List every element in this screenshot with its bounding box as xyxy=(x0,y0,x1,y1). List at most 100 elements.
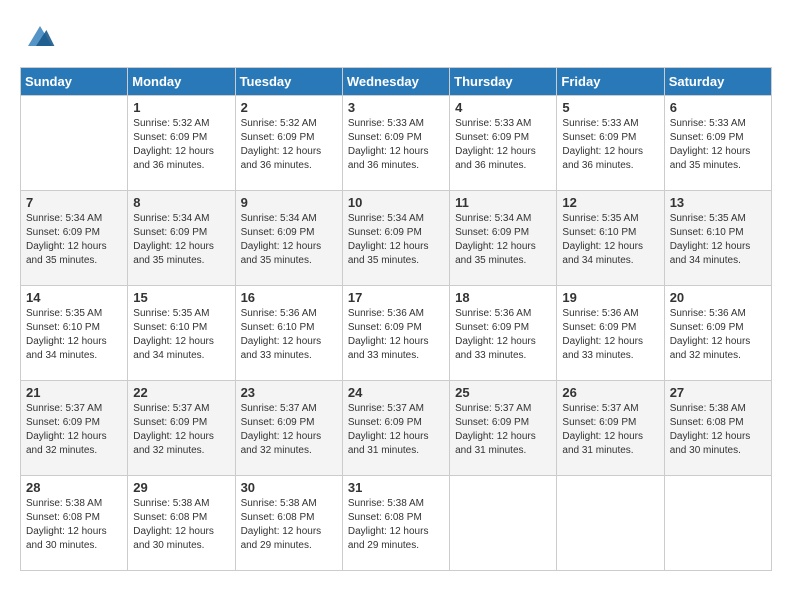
day-info: Sunrise: 5:36 AMSunset: 6:09 PMDaylight:… xyxy=(348,307,444,363)
day-number: 6 xyxy=(670,100,766,115)
day-number: 17 xyxy=(348,290,444,305)
day-number: 11 xyxy=(455,195,551,210)
calendar-cell: 30 Sunrise: 5:38 AMSunset: 6:08 PMDayligh… xyxy=(235,476,342,571)
column-header-monday: Monday xyxy=(128,68,235,96)
day-number: 19 xyxy=(562,290,658,305)
day-info: Sunrise: 5:38 AMSunset: 6:08 PMDaylight:… xyxy=(241,497,337,553)
calendar-cell: 15 Sunrise: 5:35 AMSunset: 6:10 PMDayligh… xyxy=(128,286,235,381)
calendar-cell xyxy=(664,476,771,571)
calendar-cell: 29Sunrise: 5:38 AMSunset: 6:08 PMDayligh… xyxy=(128,476,235,571)
day-number: 22 xyxy=(133,385,229,400)
column-header-thursday: Thursday xyxy=(450,68,557,96)
calendar-cell: 1 Sunrise: 5:32 AMSunset: 6:09 PMDaylight… xyxy=(128,96,235,191)
day-number: 15 xyxy=(133,290,229,305)
calendar-cell: 7 Sunrise: 5:34 AMSunset: 6:09 PMDaylight… xyxy=(21,191,128,286)
day-number: 2 xyxy=(241,100,337,115)
day-info: Sunrise: 5:37 AMSunset: 6:09 PMDaylight:… xyxy=(562,402,658,458)
page-header xyxy=(20,20,772,57)
calendar-cell: 24 Sunrise: 5:37 AMSunset: 6:09 PMDayligh… xyxy=(342,381,449,476)
calendar-cell: 13 Sunrise: 5:35 AMSunset: 6:10 PMDayligh… xyxy=(664,191,771,286)
day-info: Sunrise: 5:33 AMSunset: 6:09 PMDaylight:… xyxy=(455,117,551,173)
day-number: 26 xyxy=(562,385,658,400)
column-header-tuesday: Tuesday xyxy=(235,68,342,96)
day-info: Sunrise: 5:33 AMSunset: 6:09 PMDaylight:… xyxy=(670,117,766,173)
day-number: 14 xyxy=(26,290,122,305)
calendar-week-row: 14 Sunrise: 5:35 AMSunset: 6:10 PMDayligh… xyxy=(21,286,772,381)
day-info: Sunrise: 5:33 AMSunset: 6:09 PMDaylight:… xyxy=(562,117,658,173)
calendar-cell: 23 Sunrise: 5:37 AMSunset: 6:09 PMDayligh… xyxy=(235,381,342,476)
calendar-cell: 20 Sunrise: 5:36 AMSunset: 6:09 PMDayligh… xyxy=(664,286,771,381)
day-number: 25 xyxy=(455,385,551,400)
day-number: 30 xyxy=(241,480,337,495)
day-info: Sunrise: 5:36 AMSunset: 6:09 PMDaylight:… xyxy=(455,307,551,363)
calendar-cell: 22 Sunrise: 5:37 AMSunset: 6:09 PMDayligh… xyxy=(128,381,235,476)
calendar-cell: 31Sunrise: 5:38 AMSunset: 6:08 PMDayligh… xyxy=(342,476,449,571)
day-info: Sunrise: 5:34 AMSunset: 6:09 PMDaylight:… xyxy=(133,212,229,268)
calendar-cell: 28 Sunrise: 5:38 AMSunset: 6:08 PMDayligh… xyxy=(21,476,128,571)
day-number: 29 xyxy=(133,480,229,495)
calendar-cell: 19Sunrise: 5:36 AMSunset: 6:09 PMDayligh… xyxy=(557,286,664,381)
day-number: 5 xyxy=(562,100,658,115)
day-number: 23 xyxy=(241,385,337,400)
calendar-week-row: 21 Sunrise: 5:37 AMSunset: 6:09 PMDayligh… xyxy=(21,381,772,476)
calendar-cell: 10 Sunrise: 5:34 AMSunset: 6:09 PMDayligh… xyxy=(342,191,449,286)
day-number: 18 xyxy=(455,290,551,305)
day-number: 13 xyxy=(670,195,766,210)
day-number: 10 xyxy=(348,195,444,210)
day-number: 12 xyxy=(562,195,658,210)
day-number: 1 xyxy=(133,100,229,115)
calendar-cell: 25 Sunrise: 5:37 AMSunset: 6:09 PMDayligh… xyxy=(450,381,557,476)
calendar-cell: 8 Sunrise: 5:34 AMSunset: 6:09 PMDaylight… xyxy=(128,191,235,286)
column-header-sunday: Sunday xyxy=(21,68,128,96)
day-number: 20 xyxy=(670,290,766,305)
calendar-cell: 17 Sunrise: 5:36 AMSunset: 6:09 PMDayligh… xyxy=(342,286,449,381)
day-info: Sunrise: 5:37 AMSunset: 6:09 PMDaylight:… xyxy=(348,402,444,458)
column-header-friday: Friday xyxy=(557,68,664,96)
day-info: Sunrise: 5:34 AMSunset: 6:09 PMDaylight:… xyxy=(241,212,337,268)
calendar-week-row: 28 Sunrise: 5:38 AMSunset: 6:08 PMDayligh… xyxy=(21,476,772,571)
day-info: Sunrise: 5:37 AMSunset: 6:09 PMDaylight:… xyxy=(26,402,122,458)
day-info: Sunrise: 5:38 AMSunset: 6:08 PMDaylight:… xyxy=(670,402,766,458)
day-info: Sunrise: 5:32 AMSunset: 6:09 PMDaylight:… xyxy=(241,117,337,173)
day-number: 27 xyxy=(670,385,766,400)
logo xyxy=(20,20,56,57)
day-info: Sunrise: 5:34 AMSunset: 6:09 PMDaylight:… xyxy=(455,212,551,268)
calendar-cell: 18 Sunrise: 5:36 AMSunset: 6:09 PMDayligh… xyxy=(450,286,557,381)
day-info: Sunrise: 5:35 AMSunset: 6:10 PMDaylight:… xyxy=(26,307,122,363)
calendar-cell xyxy=(21,96,128,191)
day-info: Sunrise: 5:34 AMSunset: 6:09 PMDaylight:… xyxy=(348,212,444,268)
column-header-saturday: Saturday xyxy=(664,68,771,96)
day-info: Sunrise: 5:38 AMSunset: 6:08 PMDaylight:… xyxy=(26,497,122,553)
logo-icon xyxy=(24,20,56,52)
day-info: Sunrise: 5:38 AMSunset: 6:08 PMDaylight:… xyxy=(348,497,444,553)
day-info: Sunrise: 5:32 AMSunset: 6:09 PMDaylight:… xyxy=(133,117,229,173)
day-info: Sunrise: 5:35 AMSunset: 6:10 PMDaylight:… xyxy=(133,307,229,363)
calendar-cell: 9Sunrise: 5:34 AMSunset: 6:09 PMDaylight… xyxy=(235,191,342,286)
calendar-cell: 5 Sunrise: 5:33 AMSunset: 6:09 PMDaylight… xyxy=(557,96,664,191)
day-number: 24 xyxy=(348,385,444,400)
calendar-cell: 11 Sunrise: 5:34 AMSunset: 6:09 PMDayligh… xyxy=(450,191,557,286)
calendar-cell: 21 Sunrise: 5:37 AMSunset: 6:09 PMDayligh… xyxy=(21,381,128,476)
day-info: Sunrise: 5:37 AMSunset: 6:09 PMDaylight:… xyxy=(241,402,337,458)
day-info: Sunrise: 5:34 AMSunset: 6:09 PMDaylight:… xyxy=(26,212,122,268)
day-number: 8 xyxy=(133,195,229,210)
day-number: 21 xyxy=(26,385,122,400)
column-header-wednesday: Wednesday xyxy=(342,68,449,96)
day-number: 7 xyxy=(26,195,122,210)
calendar-header-row: SundayMondayTuesdayWednesdayThursdayFrid… xyxy=(21,68,772,96)
day-info: Sunrise: 5:36 AMSunset: 6:10 PMDaylight:… xyxy=(241,307,337,363)
day-number: 3 xyxy=(348,100,444,115)
day-info: Sunrise: 5:36 AMSunset: 6:09 PMDaylight:… xyxy=(670,307,766,363)
day-info: Sunrise: 5:35 AMSunset: 6:10 PMDaylight:… xyxy=(670,212,766,268)
day-info: Sunrise: 5:37 AMSunset: 6:09 PMDaylight:… xyxy=(133,402,229,458)
day-number: 16 xyxy=(241,290,337,305)
day-number: 4 xyxy=(455,100,551,115)
calendar-cell: 14 Sunrise: 5:35 AMSunset: 6:10 PMDayligh… xyxy=(21,286,128,381)
day-info: Sunrise: 5:37 AMSunset: 6:09 PMDaylight:… xyxy=(455,402,551,458)
calendar-cell: 2 Sunrise: 5:32 AMSunset: 6:09 PMDaylight… xyxy=(235,96,342,191)
day-number: 28 xyxy=(26,480,122,495)
calendar-cell: 26 Sunrise: 5:37 AMSunset: 6:09 PMDayligh… xyxy=(557,381,664,476)
calendar-cell: 6 Sunrise: 5:33 AMSunset: 6:09 PMDaylight… xyxy=(664,96,771,191)
calendar-cell: 4 Sunrise: 5:33 AMSunset: 6:09 PMDaylight… xyxy=(450,96,557,191)
calendar-cell xyxy=(557,476,664,571)
